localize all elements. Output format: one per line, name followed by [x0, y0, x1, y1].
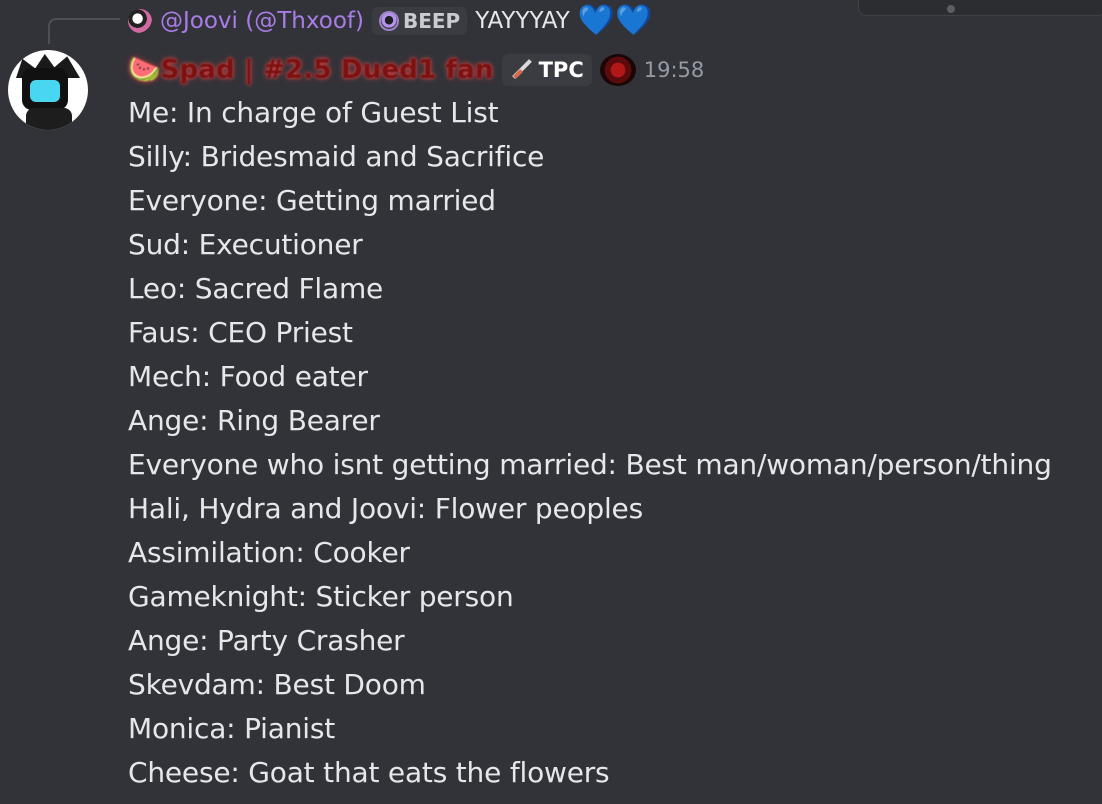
message-line: Gameknight: Sticker person	[128, 580, 514, 613]
message-line: Monica: Pianist	[128, 712, 336, 745]
heart-emojis: 💙 💙	[578, 6, 653, 36]
message-line: Faus: CEO Priest	[128, 316, 353, 349]
guild-tag-badge[interactable]: TPC	[501, 54, 592, 86]
message-line: Cheese: Goat that eats the flowers	[128, 756, 610, 789]
message-line: Assimilation: Cooker	[128, 536, 410, 569]
heart-icon: 💙	[615, 3, 653, 38]
message-timestamp[interactable]: 19:58	[644, 58, 705, 82]
message-line: Hali, Hydra and Joovi: Flower peoples	[128, 492, 643, 525]
message-line: Skevdam: Best Doom	[128, 668, 426, 701]
reply-username[interactable]: @Joovi (@Thxoof)	[160, 8, 364, 34]
guild-tag-label: TPC	[538, 58, 584, 82]
user-avatar[interactable]	[8, 50, 88, 130]
heart-icon: 💙	[577, 3, 616, 38]
message-line: Mech: Food eater	[128, 360, 368, 393]
reply-avatar-icon[interactable]	[128, 9, 152, 33]
message-hover-toolbar[interactable]	[858, 0, 1102, 16]
message-line: Ange: Ring Bearer	[128, 404, 380, 437]
avatar-body	[26, 108, 72, 130]
chat-view: @Joovi (@Thxoof) BEEP YAYYYAY 💙 💙 🍉Spad …	[0, 0, 1102, 804]
reply-message-text: YAYYYAY	[475, 8, 570, 34]
message-line: Leo: Sacred Flame	[128, 272, 384, 305]
beep-badge-label: BEEP	[402, 9, 461, 33]
message-line: Ange: Party Crasher	[128, 624, 405, 657]
message-line: Silly: Bridesmaid and Sacrifice	[128, 140, 545, 173]
message-line: Me: In charge of Guest List	[128, 96, 499, 129]
message-header: 🍉Spad | #2.5 Dued1 fan TPC 19:58	[128, 52, 704, 88]
message-line: Sud: Executioner	[128, 228, 363, 261]
message-line: Everyone: Getting married	[128, 184, 496, 217]
beep-badge[interactable]: BEEP	[371, 7, 468, 35]
author-username[interactable]: 🍉Spad | #2.5 Dued1 fan	[128, 55, 494, 85]
spider-icon[interactable]	[599, 54, 636, 86]
reply-connector	[48, 18, 120, 44]
reply-preview[interactable]: @Joovi (@Thxoof) BEEP YAYYYAY 💙 💙	[128, 4, 653, 38]
sword-icon	[510, 58, 534, 82]
toolbar-dot-icon	[947, 5, 955, 13]
avatar-face	[22, 68, 68, 110]
beep-badge-icon	[378, 11, 399, 31]
message-content: Me: In charge of Guest List Silly: Bride…	[128, 91, 1052, 795]
message-line: Everyone who isnt getting married: Best …	[128, 448, 1052, 481]
